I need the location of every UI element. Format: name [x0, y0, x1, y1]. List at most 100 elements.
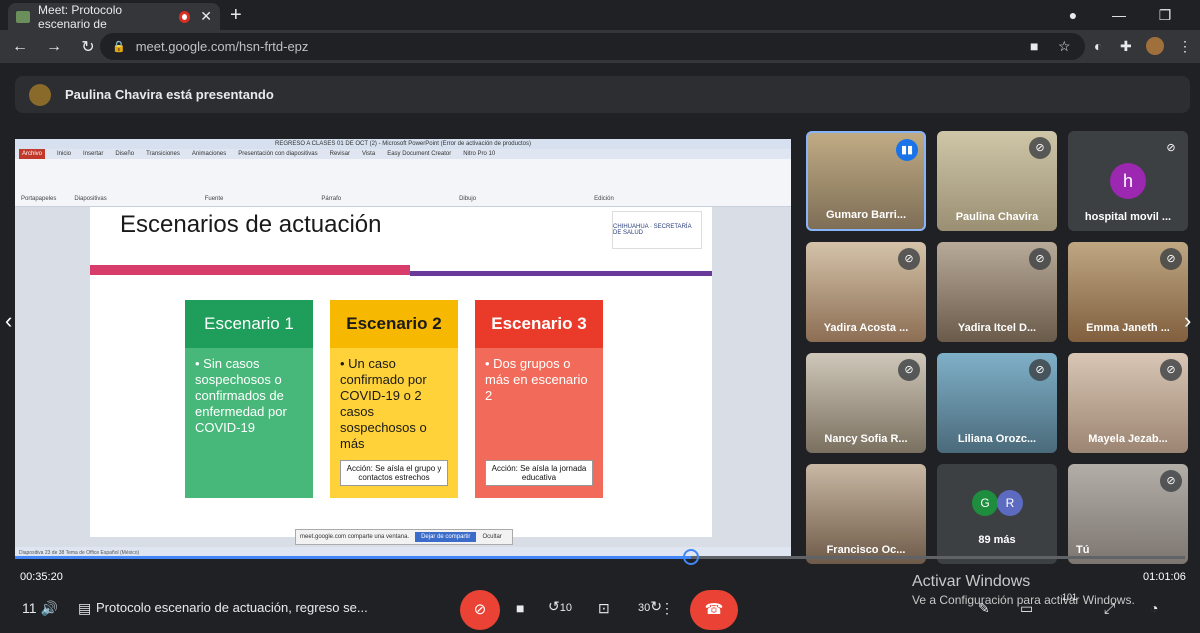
- powerpoint-ribbon-tabs: Archivo Inicio Insertar Diseño Transicio…: [15, 149, 791, 159]
- ribbon-tab[interactable]: Nitro Pro 10: [463, 149, 495, 159]
- forward-icon[interactable]: →: [40, 38, 68, 56]
- total-time: 01:01:06: [1143, 571, 1186, 583]
- participant-tile[interactable]: ⊘ Paulina Chavira: [937, 131, 1057, 231]
- ribbon-tab[interactable]: Vista: [362, 149, 375, 159]
- end-call-icon: ☎: [704, 601, 724, 618]
- url-text: meet.google.com/hsn-frtd-epz: [135, 39, 309, 54]
- ribbon-tab[interactable]: Archivo: [19, 149, 46, 159]
- ribbon-tab[interactable]: Diseño: [115, 149, 134, 159]
- scenario-action-note: Acción: Se aísla el grupo y contactos es…: [340, 460, 448, 486]
- browser-toolbar: ← → ↻ 🔒 meet.google.com/hsn-frtd-epz ■ ☆…: [0, 30, 1200, 63]
- scenario-title: Escenario 1: [185, 300, 313, 348]
- ribbon-tab[interactable]: Easy Document Creator: [387, 149, 451, 159]
- mic-off-icon: ⊘: [898, 248, 920, 270]
- tab-close-icon[interactable]: ✕: [200, 8, 212, 25]
- scenario-card-3: Escenario 3 • Dos grupos o más en escena…: [475, 300, 603, 498]
- progress-fill: [15, 556, 692, 559]
- self-tile[interactable]: ⊘ Tú: [1068, 464, 1188, 564]
- participant-initial-avatar: G: [972, 490, 998, 516]
- bookmark-star-icon[interactable]: ☆: [1058, 38, 1071, 55]
- participant-tile[interactable]: ⊘ Liliana Orozc...: [937, 353, 1057, 453]
- browser-tab[interactable]: Meet: Protocolo escenario de ✕: [8, 2, 220, 31]
- tab-title: Meet: Protocolo escenario de: [38, 2, 123, 31]
- progress-knob[interactable]: [683, 549, 700, 565]
- minimize-button[interactable]: —: [1096, 0, 1142, 30]
- more-participants-count: 89 más: [978, 534, 1016, 546]
- participant-tile[interactable]: ⊘ Nancy Sofia R...: [806, 353, 926, 453]
- playback-progress-bar[interactable]: [15, 549, 1185, 565]
- profile-menu-icon[interactable]: ●: [1050, 0, 1096, 30]
- more-options-icon[interactable]: ⋮: [660, 600, 674, 617]
- decor-bar-purple: [410, 271, 712, 276]
- participant-name: Yadira Itcel D...: [957, 322, 1037, 334]
- mic-off-icon: ⊘: [1160, 248, 1182, 270]
- mic-off-icon: ⊘: [1160, 359, 1182, 381]
- participant-name: Tú: [1076, 544, 1090, 556]
- forward-seconds: 30: [638, 602, 651, 614]
- captions-icon[interactable]: ▤: [78, 600, 91, 617]
- maximize-button[interactable]: ❐: [1142, 0, 1188, 30]
- incognito-icon[interactable]: ◐: [1094, 38, 1102, 54]
- ribbon-group: Edición: [594, 196, 614, 202]
- participant-tile[interactable]: ⊘ Yadira Itcel D...: [937, 242, 1057, 342]
- browser-tab-strip: Meet: Protocolo escenario de ✕ + ● — ❐: [0, 0, 1200, 31]
- new-tab-button[interactable]: +: [230, 4, 242, 27]
- reload-icon[interactable]: ↻: [74, 37, 102, 57]
- address-bar[interactable]: 🔒 meet.google.com/hsn-frtd-epz: [100, 33, 1085, 60]
- volume-control[interactable]: 11 🔊: [22, 600, 58, 617]
- subtitles-icon[interactable]: ▭: [1020, 600, 1033, 617]
- participant-tile[interactable]: ⊘ Mayela Jezab...: [1068, 353, 1188, 453]
- presenting-banner: Paulina Chavira está presentando: [15, 76, 1190, 113]
- ribbon-tab[interactable]: Revisar: [330, 149, 350, 159]
- ribbon-tab[interactable]: Animaciones: [192, 149, 226, 159]
- rewind-icon: ↺: [548, 598, 560, 614]
- mic-off-icon: ⊘: [1029, 137, 1051, 159]
- more-participants-tile[interactable]: G R 89 más: [937, 464, 1057, 564]
- stop-sharing-button[interactable]: Dejar de compartir: [415, 532, 477, 542]
- ribbon-tab[interactable]: Insertar: [83, 149, 103, 159]
- profile-avatar[interactable]: [1146, 37, 1164, 55]
- lock-icon: 🔒: [112, 41, 126, 53]
- camera-icon[interactable]: ■: [1030, 38, 1038, 54]
- hide-share-bar-button[interactable]: Ocultar: [482, 534, 501, 540]
- mic-toggle-button[interactable]: ⊘: [460, 590, 500, 630]
- present-screen-icon[interactable]: ⊡: [598, 600, 610, 617]
- ribbon-group: Párrafo: [321, 196, 342, 202]
- scenario-card-1: Escenario 1 • Sin casos sospechosos o co…: [185, 300, 313, 498]
- participant-tile[interactable]: ▮▮ Gumaro Barri...: [806, 131, 926, 231]
- volume-icon: 🔊: [40, 600, 58, 616]
- screen-share-bar: meet.google.com comparte una ventana. De…: [295, 529, 513, 545]
- participant-name: Liliana Orozc...: [957, 433, 1037, 445]
- participant-tile[interactable]: ⊘ Yadira Acosta ...: [806, 242, 926, 342]
- forward-button[interactable]: 30↻: [638, 598, 662, 615]
- participant-name: Mayela Jezab...: [1088, 433, 1168, 445]
- participant-tile[interactable]: ⊘ h hospital movil ...: [1068, 131, 1188, 231]
- watermark-line1: Activar Windows: [912, 573, 1031, 590]
- participant-tile[interactable]: Francisco Oc...: [806, 464, 926, 564]
- ribbon-tab[interactable]: Presentación con diapositivas: [238, 149, 317, 159]
- back-icon[interactable]: ←: [6, 38, 34, 56]
- extensions-icon[interactable]: ✚: [1120, 38, 1132, 55]
- next-arrow-icon[interactable]: ›: [1184, 308, 1191, 334]
- participant-initial-avatar: h: [1110, 163, 1146, 199]
- volume-label: 11: [22, 600, 37, 616]
- ribbon-tab[interactable]: Transiciones: [146, 149, 180, 159]
- rewind-button[interactable]: ↺10: [548, 598, 572, 615]
- bottom-controls: 11 🔊 ▤ Protocolo escenario de actuación,…: [0, 590, 1200, 633]
- ribbon-tab[interactable]: Inicio: [57, 149, 71, 159]
- prev-arrow-icon[interactable]: ‹: [5, 308, 12, 334]
- pen-icon[interactable]: ✎: [978, 600, 990, 617]
- share-bar-text: meet.google.com comparte una ventana.: [300, 534, 410, 540]
- chrome-menu-icon[interactable]: ⋮: [1178, 38, 1192, 55]
- participant-initial-avatar: R: [997, 490, 1023, 516]
- participant-tile[interactable]: ⊘ Emma Janeth ...: [1068, 242, 1188, 342]
- camera-toggle-icon[interactable]: ■: [516, 600, 524, 616]
- activities-icon[interactable]: ◔: [1150, 600, 1158, 616]
- participant-name: Francisco Oc...: [826, 544, 906, 556]
- leave-call-button[interactable]: ☎: [690, 590, 738, 630]
- speaking-icon: ▮▮: [896, 139, 918, 161]
- fullscreen-icon[interactable]: ⤢: [1104, 600, 1115, 617]
- shared-screen: REGRESO A CLASES 01 DE OCT (2) - Microso…: [15, 139, 791, 559]
- participant-name: Yadira Acosta ...: [823, 322, 909, 334]
- speed-label: 101: [1062, 592, 1078, 602]
